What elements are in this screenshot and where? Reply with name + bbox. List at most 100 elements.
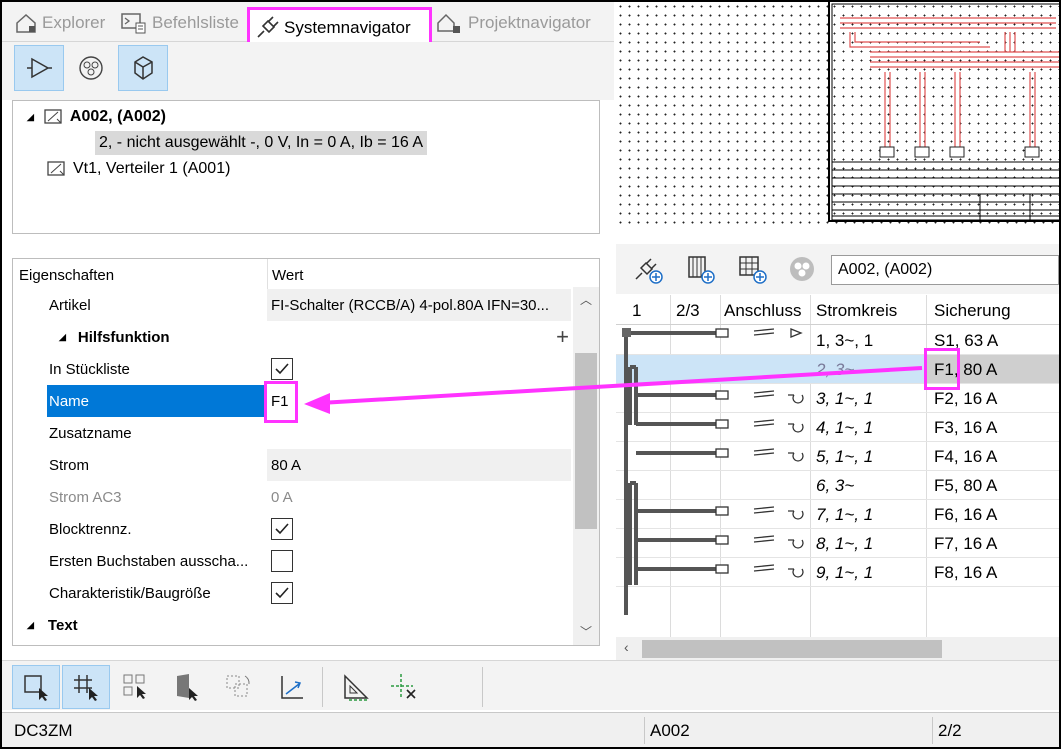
- add-distributor-button[interactable]: [678, 246, 722, 292]
- scroll-thumb[interactable]: [642, 640, 942, 658]
- tab-befehlsliste[interactable]: Befehlsliste: [116, 6, 243, 40]
- cell-sicherung: F7, 16 A: [934, 534, 998, 553]
- tree-node-circuit-2-label: 2, - nicht ausgewählt -, 0 V, In = 0 A, …: [99, 134, 424, 151]
- header-stromkreis[interactable]: Stromkreis: [816, 301, 897, 321]
- navigator-toolbar: [2, 42, 614, 100]
- tree-node-vt1[interactable]: Vt1, Verteiler 1 (A001): [47, 157, 230, 181]
- header-anschluss[interactable]: Anschluss: [724, 301, 801, 321]
- checkbox[interactable]: [271, 358, 293, 380]
- circuit-toolbar: A002, (A002): [616, 244, 1059, 294]
- checkbox[interactable]: [271, 518, 293, 540]
- add-icon[interactable]: +: [556, 324, 569, 350]
- scroll-up-icon[interactable]: ︿: [580, 291, 592, 308]
- tab-systemnavigator-label: Systemnavigator: [284, 18, 411, 37]
- cell-stromkreis: 9, 1~, 1: [816, 563, 874, 582]
- prop-row-blocktrennz[interactable]: Blocktrennz.: [13, 513, 573, 545]
- show-devices-button[interactable]: [14, 45, 64, 91]
- checkbox[interactable]: [271, 550, 293, 572]
- show-3d-button[interactable]: [118, 45, 168, 91]
- schematic-drawing: [831, 3, 1061, 221]
- prop-group-hilfsfunktion[interactable]: ◢ Hilfsfunktion +: [13, 321, 573, 353]
- highlight-sicherung-f1: [924, 348, 960, 390]
- scroll-down-icon[interactable]: ﹀: [580, 623, 592, 640]
- add-table-button[interactable]: [730, 246, 774, 292]
- add-device-button[interactable]: [626, 246, 670, 292]
- prop-label: Strom: [49, 456, 90, 474]
- cell-sicherung: F3, 16 A: [934, 418, 998, 437]
- tree-node-vt1-label: Vt1, Verteiler 1 (A001): [73, 160, 231, 177]
- select-nodes-button[interactable]: [62, 665, 110, 709]
- distributor-icon: [44, 109, 62, 124]
- cell-sicherung: F4, 16 A: [934, 447, 998, 466]
- select-rotate-button[interactable]: [214, 665, 262, 709]
- circuits-button[interactable]: [780, 246, 824, 292]
- cell-sicherung: F5, 80 A: [934, 476, 998, 495]
- cube-icon: [134, 56, 153, 80]
- prop-row-ersten-buchstaben[interactable]: Ersten Buchstaben ausscha...: [13, 545, 573, 577]
- cell-sicherung: F8, 16 A: [934, 563, 998, 582]
- collapse-triangle-icon[interactable]: ◢: [27, 620, 34, 631]
- prop-value: 0 A: [271, 488, 293, 506]
- schematic-canvas[interactable]: [616, 2, 1061, 227]
- prop-label: Blocktrennz.: [49, 520, 132, 538]
- prop-label: Artikel: [49, 296, 91, 314]
- header-2-3[interactable]: 2/3: [676, 301, 700, 321]
- table-hscrollbar[interactable]: ‹: [616, 637, 1059, 661]
- three-circles-icon: [79, 56, 103, 80]
- tab-explorer[interactable]: Explorer: [10, 6, 109, 40]
- tab-projektnavigator[interactable]: Projektnavigator: [432, 6, 595, 40]
- properties-grid: Eigenschaften Wert Artikel FI-Schalter (…: [12, 258, 600, 646]
- prop-value[interactable]: 80 A: [267, 449, 571, 481]
- scroll-left-icon[interactable]: ‹: [624, 639, 629, 655]
- cell-stromkreis: 1, 3~, 1: [816, 331, 874, 350]
- group-select-icon: [123, 674, 146, 699]
- tab-explorer-label: Explorer: [42, 13, 106, 32]
- prop-value[interactable]: FI-Schalter (RCCB/A) 4-pol.80A IFN=30...: [267, 289, 571, 321]
- select-door-button[interactable]: [162, 665, 210, 709]
- prop-label: Name: [47, 385, 267, 417]
- prop-row-artikel[interactable]: Artikel FI-Schalter (RCCB/A) 4-pol.80A I…: [13, 289, 573, 321]
- tab-projektnavigator-label: Projektnavigator: [468, 13, 591, 32]
- prop-value-name[interactable]: F1: [267, 385, 571, 417]
- cell-stromkreis: 6, 3~: [816, 476, 855, 495]
- show-circuits-button[interactable]: [66, 45, 116, 91]
- prop-label: Zusatzname: [49, 424, 132, 442]
- delete-guide-button[interactable]: [380, 665, 428, 709]
- tab-befehlsliste-label: Befehlsliste: [152, 13, 239, 32]
- tree-node-circuit-2[interactable]: 2, - nicht ausgewählt -, 0 V, In = 0 A, …: [95, 131, 428, 155]
- prop-group-text[interactable]: ◢ Text: [13, 609, 573, 641]
- status-left: DC3ZM: [14, 721, 73, 740]
- prop-label: Strom AC3: [49, 488, 122, 506]
- col-wert: Wert: [267, 259, 571, 291]
- status-bar: DC3ZM A002 2/2: [2, 712, 1059, 747]
- tree-node-a002[interactable]: ◢ A002, (A002): [27, 105, 166, 129]
- circuit-table: 1 2/3 Anschluss Stromkreis Sicherung 1, …: [616, 295, 1059, 637]
- status-middle: A002: [650, 721, 690, 740]
- prop-value[interactable]: [267, 417, 571, 449]
- distributor-combo[interactable]: A002, (A002): [831, 255, 1059, 285]
- properties-scrollbar[interactable]: ︿ ﹀: [573, 287, 599, 645]
- circuit-table-header: 1 2/3 Anschluss Stromkreis Sicherung: [616, 295, 1059, 325]
- collapse-triangle-icon[interactable]: ◢: [27, 112, 34, 123]
- measure-button[interactable]: [332, 665, 380, 709]
- select-grid-icon: [74, 675, 98, 701]
- plug-icon: [257, 16, 279, 38]
- checkbox[interactable]: [271, 582, 293, 604]
- collapse-triangle-icon[interactable]: ◢: [59, 332, 66, 343]
- cell-stromkreis: 8, 1~, 1: [816, 534, 874, 553]
- rotate-dashed-icon: [226, 675, 250, 697]
- align-button[interactable]: [268, 665, 316, 709]
- select-group-button[interactable]: [112, 665, 160, 709]
- drawing-toolbar: [2, 660, 1059, 710]
- header-sicherung[interactable]: Sicherung: [934, 301, 1011, 321]
- checkmark-icon: [275, 363, 289, 375]
- cell-stromkreis: 2, 3~: [816, 360, 855, 379]
- select-button[interactable]: [12, 665, 60, 709]
- header-1[interactable]: 1: [632, 301, 641, 321]
- prop-group-label: Hilfsfunktion: [77, 328, 170, 346]
- prop-row-charakteristik[interactable]: Charakteristik/Baugröße: [13, 577, 573, 609]
- panel-add-icon: [688, 256, 715, 284]
- prop-row-strom[interactable]: Strom 80 A: [13, 449, 573, 481]
- scroll-thumb[interactable]: [575, 353, 597, 529]
- house-tree-icon: [437, 13, 460, 33]
